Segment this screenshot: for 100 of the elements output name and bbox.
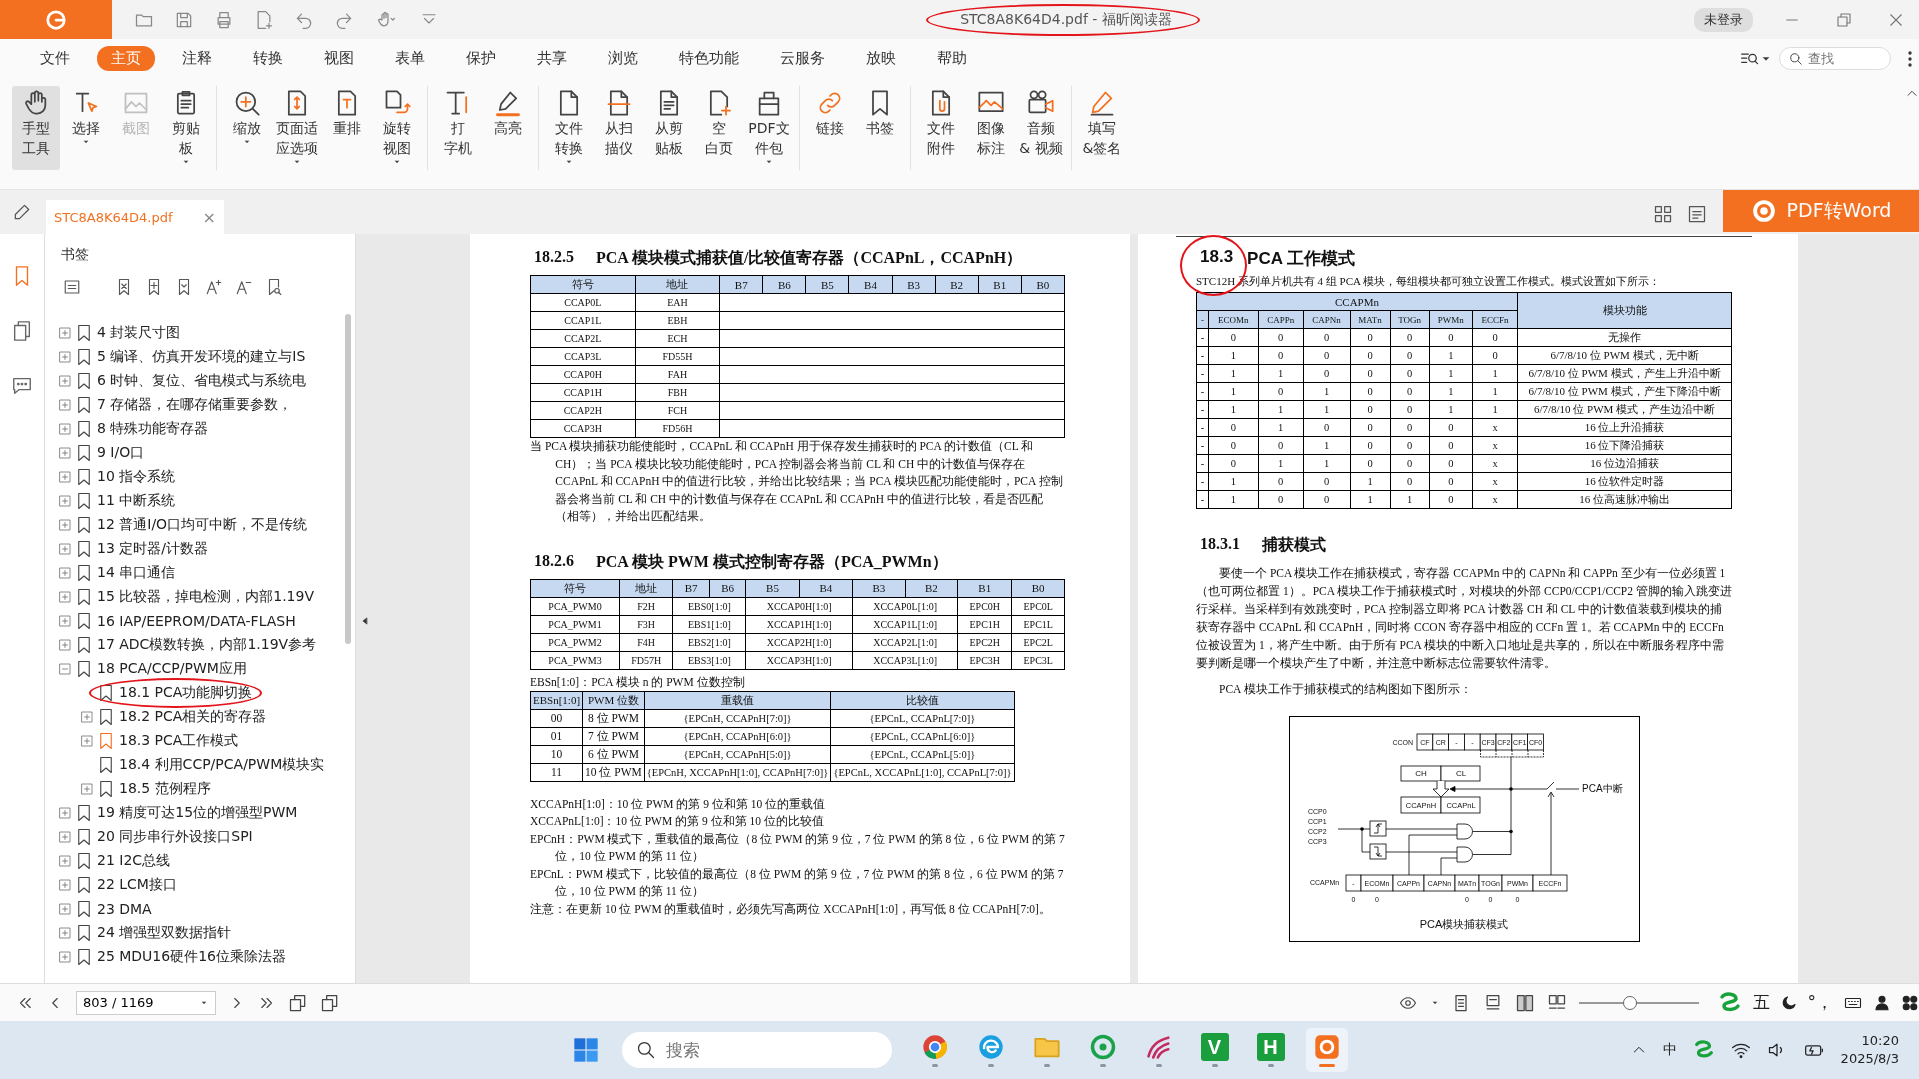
expand-icon[interactable]	[59, 951, 71, 963]
copy-pages-icon[interactable]	[320, 992, 340, 1013]
pages-icon[interactable]	[11, 320, 33, 342]
text-size-down-icon[interactable]	[235, 278, 253, 296]
search-field[interactable]: 查找	[1779, 47, 1891, 70]
menu-tab[interactable]: 文件	[26, 46, 84, 71]
bookmark-item[interactable]: 18.5 范例程序	[119, 780, 211, 798]
menu-tab[interactable]: 保护	[452, 46, 510, 71]
ribbon-button[interactable]: 缩放	[223, 86, 271, 170]
punctuation-mode[interactable]: °，	[1807, 991, 1833, 1014]
bookmark-item[interactable]: 12 普通I/O口均可中断，不是传统	[97, 516, 308, 534]
menu-tab[interactable]: 共享	[523, 46, 581, 71]
expand-icon[interactable]	[59, 351, 71, 363]
menu-tab[interactable]: 注释	[168, 46, 226, 71]
bookmark-item[interactable]: 21 I2C总线	[97, 852, 171, 870]
expand-icon[interactable]	[81, 711, 93, 723]
ribbon-button[interactable]: 选择	[62, 86, 110, 170]
start-icon[interactable]	[571, 1036, 600, 1064]
expand-icon[interactable]	[59, 855, 71, 867]
bookmark-item[interactable]: 17 ADC模数转换，内部1.19V参考	[97, 636, 317, 654]
menu-tab[interactable]: 浏览	[594, 46, 652, 71]
bookmark-item[interactable]: 15 比较器，掉电检测，内部1.19V	[97, 588, 314, 606]
bookmark-item[interactable]: 13 定时器/计数器	[97, 540, 208, 558]
expand-icon[interactable]	[59, 519, 71, 531]
ribbon-button[interactable]: 书签	[856, 86, 904, 170]
expand-icon[interactable]	[59, 639, 71, 651]
ribbon-button[interactable]: 页面适 应选项	[273, 86, 321, 170]
list-view-icon[interactable]	[1687, 204, 1707, 224]
expand-icon[interactable]	[59, 879, 71, 891]
bookmark-item[interactable]: 18.4 利用CCP/PCA/PWM模块实	[119, 756, 325, 774]
bookmark-item[interactable]: 18.3 PCA工作模式	[119, 732, 239, 750]
input-mode[interactable]: 五	[1752, 991, 1770, 1014]
bookmark-item[interactable]: 19 精度可达15位的增强型PWM	[97, 804, 298, 822]
bookmark-item[interactable]: 18.2 PCA相关的寄存器	[119, 708, 267, 726]
bookmark-item[interactable]: 5 编译、仿真开发环境的建立与IS	[97, 348, 306, 366]
ribbon-button[interactable]: 链接	[806, 86, 854, 170]
expand-icon[interactable]	[59, 471, 71, 483]
expand-icon[interactable]	[59, 375, 71, 387]
options-icon[interactable]	[63, 278, 81, 296]
expand-icon[interactable]	[59, 615, 71, 627]
edit-icon[interactable]	[12, 202, 32, 222]
ribbon-button[interactable]: 从剪 贴板	[645, 86, 693, 170]
bookmark-item[interactable]: 23 DMA	[97, 901, 152, 917]
bookmark-item[interactable]: 8 特殊功能寄存器	[97, 420, 209, 438]
ribbon-button[interactable]: 从扫 描仪	[595, 86, 643, 170]
grid-icon[interactable]	[1901, 993, 1919, 1012]
bookmark-item[interactable]: 11 中断系统	[97, 492, 176, 510]
login-button[interactable]: 未登录	[1694, 7, 1753, 32]
menu-tab[interactable]: 云服务	[766, 46, 839, 71]
expand-icon[interactable]	[81, 783, 93, 795]
bookmark-item[interactable]: 22 LCM接口	[97, 876, 177, 894]
menu-tab[interactable]: 帮助	[923, 46, 981, 71]
expand-icon[interactable]	[59, 423, 71, 435]
ribbon-button[interactable]: 填写 &签名	[1078, 86, 1126, 170]
expand-icon[interactable]	[59, 447, 71, 459]
expand-icon[interactable]	[59, 591, 71, 603]
copy-pages-icon[interactable]	[288, 992, 308, 1013]
grid-view-icon[interactable]	[1653, 204, 1673, 224]
ribbon-button[interactable]: 文件 附件	[917, 86, 965, 170]
collapse-icon[interactable]	[59, 663, 71, 675]
taskbar-button[interactable]: H	[1249, 1028, 1292, 1072]
ribbon-button[interactable]: PDF文 件包	[745, 86, 793, 170]
expand-icon[interactable]	[59, 327, 71, 339]
menu-tab[interactable]: 特色功能	[665, 46, 753, 71]
bookmark-item[interactable]: 25 MDU16硬件16位乘除法器	[97, 948, 286, 966]
bookmark-item[interactable]: 10 指令系统	[97, 468, 176, 486]
ribbon-button[interactable]: 打 字机	[434, 86, 482, 170]
two-page-icon[interactable]	[1514, 992, 1535, 1013]
clock-time[interactable]: 10:20	[1861, 1032, 1899, 1050]
menu-tab[interactable]: 转换	[239, 46, 297, 71]
text-size-up-icon[interactable]	[205, 278, 223, 296]
collapse-panel-icon[interactable]	[360, 614, 370, 628]
taskbar-button[interactable]	[1305, 1028, 1348, 1072]
clock-date[interactable]: 2025/8/3	[1840, 1050, 1899, 1068]
ribbon-button[interactable]: 文件 转换	[545, 86, 593, 170]
restore-icon[interactable]	[1835, 10, 1853, 29]
expand-icon[interactable]	[59, 543, 71, 555]
taskbar-button[interactable]: V	[1193, 1028, 1236, 1072]
bookmark-item[interactable]: 6 时钟、复位、省电模式与系统电	[97, 372, 307, 390]
bookmark-item[interactable]: 16 IAP/EEPROM/DATA-FLASH	[97, 613, 296, 629]
zoom-slider[interactable]	[1578, 995, 1699, 1010]
bookmark-item[interactable]: 20 同步串行外设接口SPI	[97, 828, 253, 846]
menu-tab[interactable]: 表单	[381, 46, 439, 71]
bookmark-item[interactable]: 9 I/O口	[97, 444, 145, 462]
person-icon[interactable]	[1873, 993, 1891, 1012]
ribbon-button[interactable]: 手型 工具	[12, 86, 60, 170]
expand-icon[interactable]	[59, 903, 71, 915]
bookmark-item[interactable]: 7 存储器，在哪存储重要参数，	[97, 396, 293, 414]
expand-icon[interactable]	[59, 399, 71, 411]
ribbon-button[interactable]: 空 白页	[695, 86, 743, 170]
expand-icon[interactable]	[59, 807, 71, 819]
document-tab[interactable]: STC8A8K64D4.pdf ×	[46, 200, 224, 234]
ribbon-button[interactable]: 图像 标注	[967, 86, 1015, 170]
menu-tab[interactable]: 放映	[852, 46, 910, 71]
bookmark-item[interactable]: 18.1 PCA功能脚切换	[119, 684, 253, 702]
bookmark-item[interactable]: 14 串口通信	[97, 564, 176, 582]
ribbon-button[interactable]: 音频 & 视频	[1017, 86, 1065, 170]
scrollbar[interactable]	[345, 314, 351, 644]
expand-icon[interactable]	[59, 567, 71, 579]
expand-icon[interactable]	[81, 735, 93, 747]
